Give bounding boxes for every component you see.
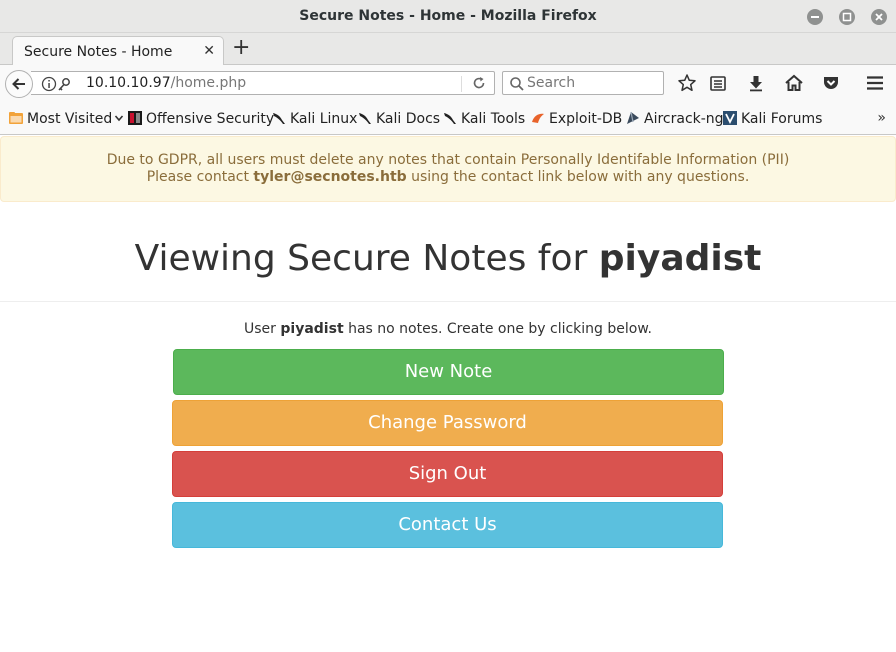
tab-label: Secure Notes - Home — [24, 44, 173, 60]
alert-line-1: Due to GDPR, all users must delete any n… — [106, 152, 790, 168]
url-host: 10.10.10.97 — [86, 75, 171, 91]
window-title: Secure Notes - Home - Mozilla Firefox — [299, 8, 597, 24]
no-notes-message: User piyadist has no notes. Create one b… — [244, 321, 652, 337]
folder-icon — [8, 110, 24, 126]
chevron-down-icon — [114, 111, 124, 127]
reload-icon[interactable] — [471, 75, 487, 95]
url-path: /home.php — [170, 75, 247, 91]
more-bookmarks-icon[interactable]: » — [877, 110, 886, 126]
search-input[interactable] — [527, 74, 657, 92]
divider — [0, 301, 896, 302]
kali-dragon-icon — [442, 110, 458, 126]
bookmark-most-visited[interactable]: Most Visited — [8, 110, 124, 127]
downloads-icon[interactable] — [746, 73, 766, 93]
exploitdb-icon — [530, 110, 546, 126]
title-username: piyadist — [598, 238, 762, 279]
bookmark-kali-docs[interactable]: Kali Docs — [357, 110, 440, 127]
bookmark-exploit-db[interactable]: Exploit-DB — [530, 110, 622, 127]
menu-icon[interactable] — [865, 73, 885, 93]
tab-secure-notes-home[interactable]: Secure Notes - Home ✕ — [12, 36, 224, 66]
back-button[interactable] — [5, 70, 33, 98]
search-bar[interactable] — [502, 71, 664, 95]
bookmark-kali-linux[interactable]: Kali Linux — [271, 110, 357, 127]
bookmark-star-icon[interactable] — [677, 73, 697, 93]
search-icon — [509, 76, 525, 96]
new-note-button[interactable]: New Note — [173, 349, 724, 395]
info-username: piyadist — [280, 321, 344, 337]
kali-dragon-icon — [357, 110, 373, 126]
minimize-icon[interactable] — [807, 9, 823, 25]
aircrack-icon — [625, 110, 641, 126]
kali-forums-icon — [722, 110, 738, 126]
alert-email: tyler@secnotes.htb — [253, 169, 407, 185]
home-icon[interactable] — [784, 73, 804, 93]
bookmark-offensive-security[interactable]: Offensive Security — [127, 110, 274, 127]
pocket-icon[interactable] — [821, 73, 841, 93]
kali-dragon-icon — [271, 110, 287, 126]
alert-line-2: Please contact tyler@secnotes.htb using … — [146, 169, 750, 185]
tab-close-icon[interactable]: ✕ — [203, 43, 215, 59]
site-info-icon[interactable] — [41, 76, 75, 96]
sign-out-button[interactable]: Sign Out — [172, 451, 723, 497]
contact-us-button[interactable]: Contact Us — [172, 502, 723, 548]
gdpr-alert: Due to GDPR, all users must delete any n… — [0, 136, 896, 202]
bookmark-kali-forums[interactable]: Kali Forums — [722, 110, 822, 127]
bookmarks-toolbar: Most Visited Offensive Security Kali Lin… — [0, 102, 896, 135]
change-password-button[interactable]: Change Password — [172, 400, 723, 446]
new-tab-icon[interactable]: + — [232, 37, 250, 59]
tab-strip: Secure Notes - Home ✕ + — [0, 33, 896, 66]
url-separator — [461, 76, 462, 92]
close-window-icon[interactable] — [871, 9, 887, 25]
bookmark-kali-tools[interactable]: Kali Tools — [442, 110, 525, 127]
navigation-toolbar: 10.10.10.97/home.php — [0, 65, 896, 102]
maximize-icon[interactable] — [839, 9, 855, 25]
window-titlebar: Secure Notes - Home - Mozilla Firefox — [0, 0, 896, 33]
bookmark-aircrack-ng[interactable]: Aircrack-ng — [625, 110, 724, 127]
reading-list-icon[interactable] — [708, 73, 728, 93]
url-text: 10.10.10.97/home.php — [86, 75, 246, 91]
offsec-icon — [127, 110, 143, 126]
page-title: Viewing Secure Notes for piyadist — [134, 238, 762, 279]
url-bar[interactable]: 10.10.10.97/home.php — [31, 71, 495, 95]
